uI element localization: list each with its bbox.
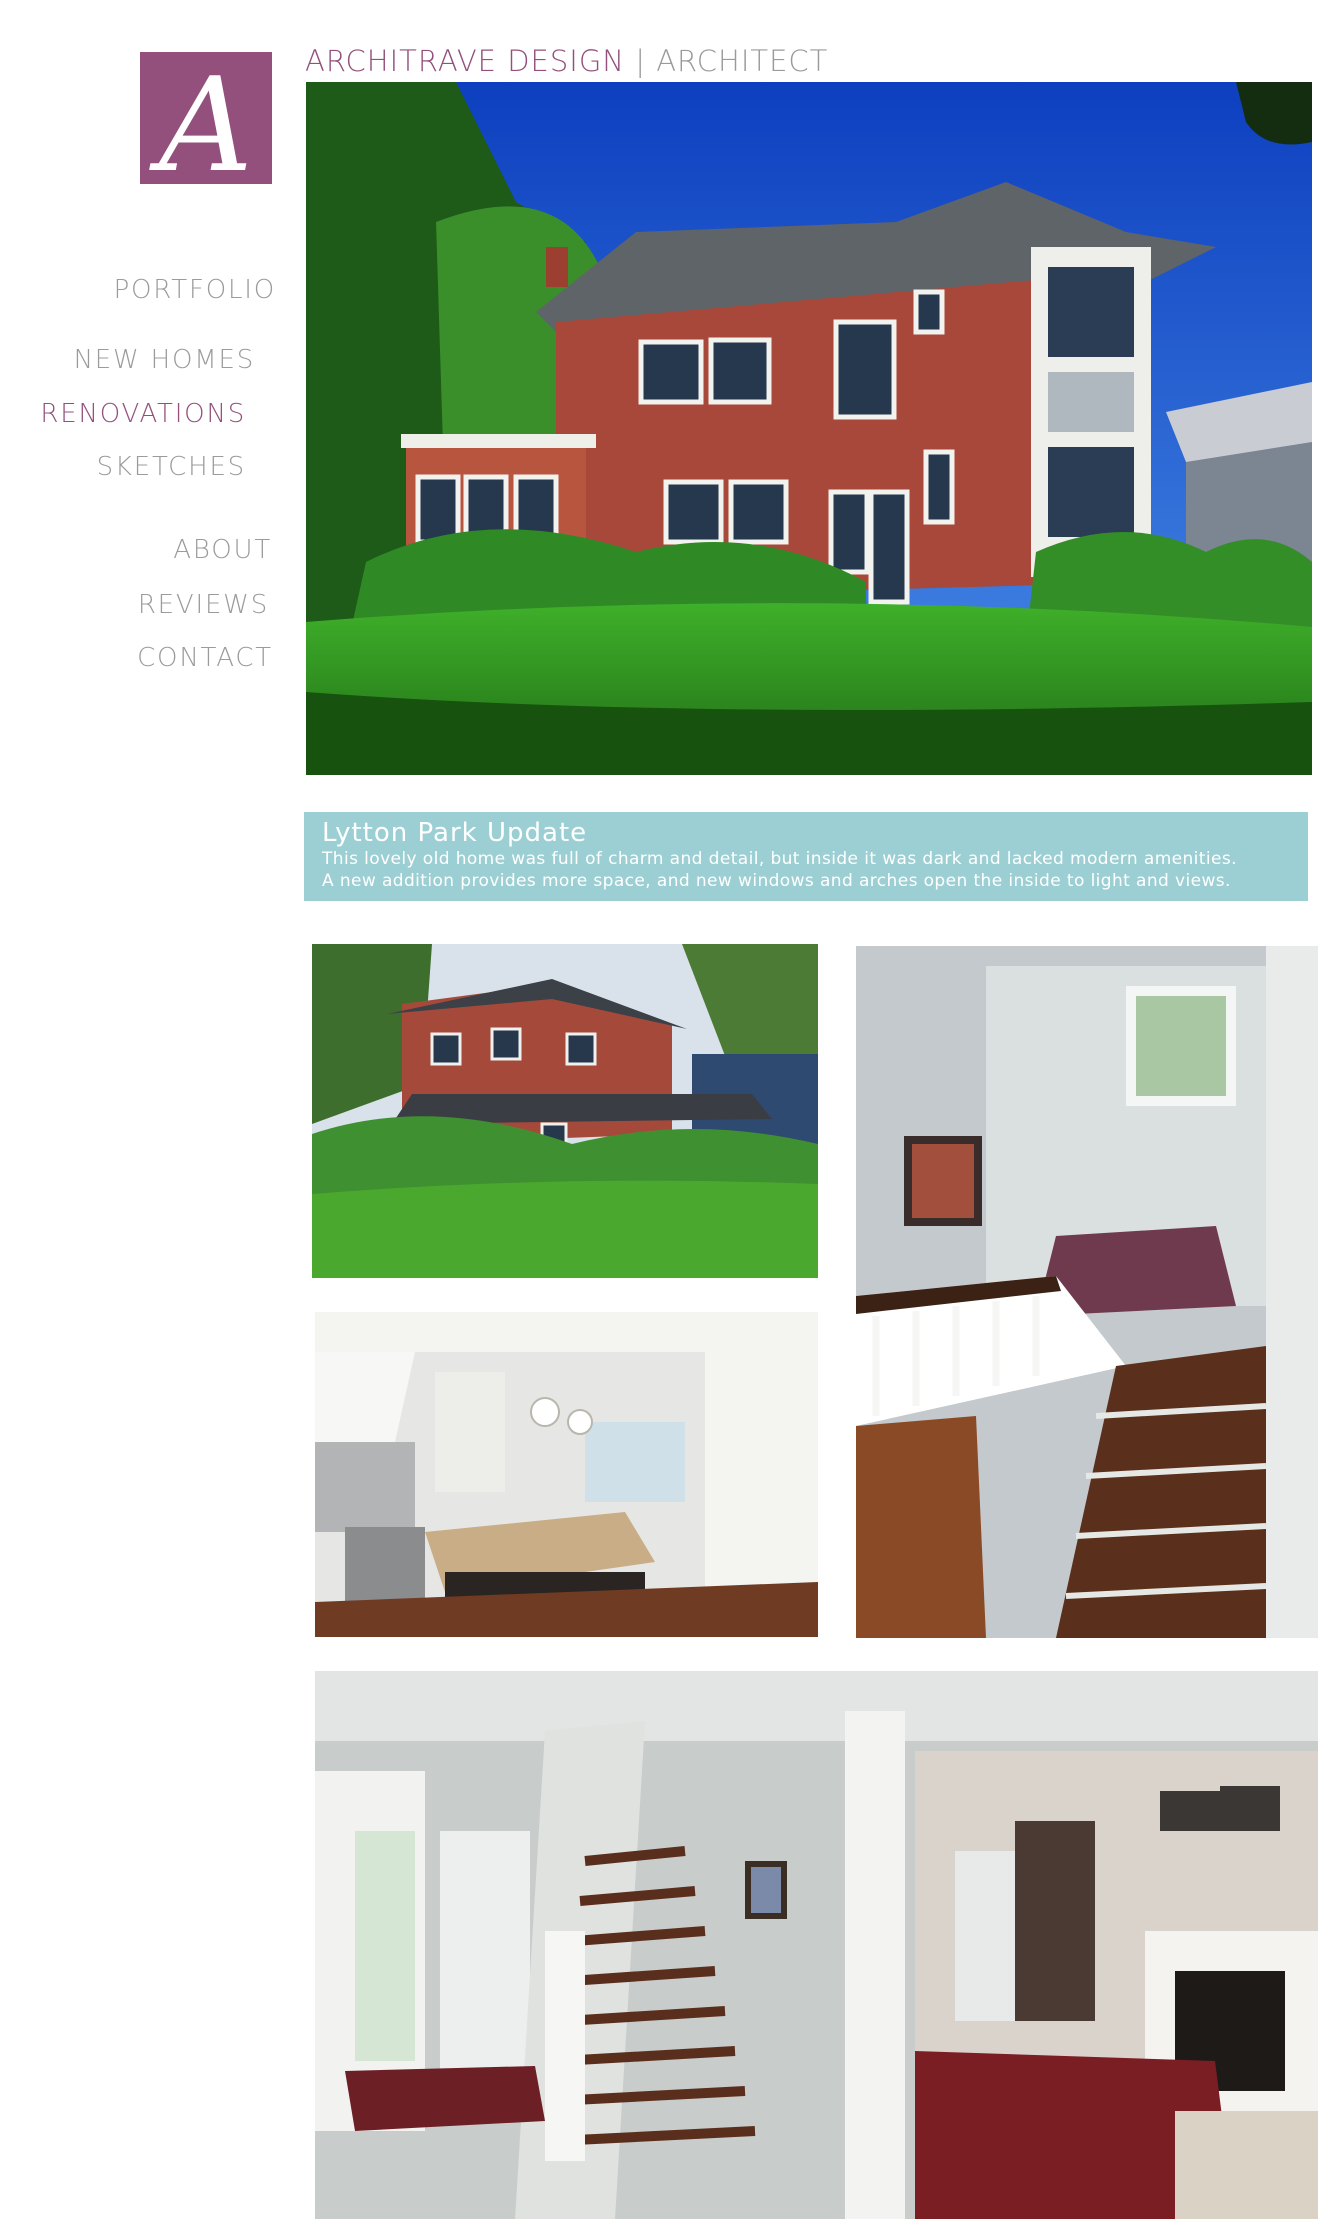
hero-photo-house-exterior[interactable] [306, 82, 1312, 775]
nav-portfolio[interactable]: PORTFOLIO [114, 275, 276, 305]
nav-sketches[interactable]: SKETCHES [97, 452, 246, 482]
photo-kitchen[interactable] [315, 1312, 818, 1637]
nav-reviews[interactable]: REVIEWS [138, 590, 269, 620]
site-title[interactable]: ARCHITRAVE DESIGN | ARCHITECT [305, 44, 828, 78]
project-description-line-1: This lovely old home was full of charm a… [322, 849, 1237, 869]
photo-stair-landing[interactable] [856, 946, 1318, 1638]
nav-new-homes[interactable]: NEW HOMES [74, 345, 255, 375]
nav-renovations[interactable]: RENOVATIONS [40, 399, 246, 429]
project-caption: Lytton Park Update This lovely old home … [304, 812, 1308, 901]
main-nav: PORTFOLIO NEW HOMES RENOVATIONS SKETCHES… [0, 0, 300, 700]
brand-role: ARCHITECT [656, 44, 829, 78]
project-title: Lytton Park Update [322, 818, 588, 848]
photo-house-front[interactable] [312, 944, 818, 1278]
nav-about[interactable]: ABOUT [173, 535, 272, 565]
brand-name: ARCHITRAVE DESIGN [305, 44, 625, 78]
nav-contact[interactable]: CONTACT [137, 643, 273, 673]
project-description-line-2: A new addition provides more space, and … [322, 871, 1231, 891]
title-separator: | [635, 44, 646, 78]
photo-entry-staircase[interactable] [315, 1671, 1318, 2219]
